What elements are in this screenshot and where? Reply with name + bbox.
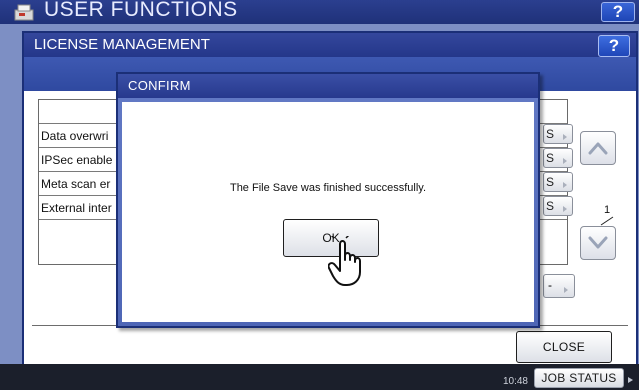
chevron-down-icon — [588, 236, 608, 249]
play-arrow-icon — [563, 158, 567, 164]
play-arrow-icon — [628, 377, 633, 383]
user-functions-icon — [12, 2, 36, 22]
job-status-label: JOB STATUS — [541, 371, 617, 385]
job-status-button[interactable]: JOB STATUS — [534, 368, 633, 388]
row-label: Meta scan er — [41, 177, 111, 191]
confirm-dialog: CONFIRM The File Save was finished succe… — [116, 72, 540, 328]
confirm-message: The File Save was finished successfully. — [229, 182, 427, 194]
clock: 10:48 — [480, 371, 528, 387]
hand-pointer-icon — [327, 232, 368, 293]
scroll-up-button[interactable] — [580, 131, 616, 165]
confirm-body: The File Save was finished successfully.… — [118, 98, 538, 326]
help-button[interactable]: ? — [598, 35, 630, 57]
user-functions-title: USER FUNCTIONS — [44, 0, 238, 21]
close-button[interactable]: CLOSE — [516, 331, 612, 363]
confirm-title: CONFIRM — [128, 78, 191, 93]
license-management-title: LICENSE MANAGEMENT — [34, 36, 210, 53]
row-status-button[interactable]: S — [543, 172, 573, 192]
clock-time: 10:48 — [502, 376, 528, 387]
scroll-down-button[interactable] — [580, 226, 616, 260]
play-arrow-icon — [563, 134, 567, 140]
row-label: External inter — [41, 201, 112, 215]
current-page: 1 — [603, 204, 611, 216]
chevron-up-icon — [588, 142, 608, 155]
row-status-label: S — [546, 151, 555, 165]
license-management-title-bar: LICENSE MANAGEMENT ? — [24, 33, 636, 57]
row-status-label: S — [546, 175, 555, 189]
partial-action-button[interactable]: - — [543, 274, 575, 298]
row-status-button[interactable]: S — [543, 196, 573, 216]
play-arrow-icon — [564, 287, 568, 293]
row-status-button[interactable]: S — [543, 124, 573, 144]
play-arrow-icon — [563, 206, 567, 212]
row-label: Data overwri — [41, 129, 109, 143]
user-functions-title-bar: USER FUNCTIONS ? — [0, 0, 639, 24]
row-label: IPSec enable — [41, 153, 113, 167]
row-status-label: S — [546, 199, 555, 213]
partial-action-label: - — [548, 278, 552, 292]
confirm-title-bar: CONFIRM — [118, 74, 538, 98]
row-status-button[interactable]: S — [543, 148, 573, 168]
outer-help-button[interactable]: ? — [601, 2, 635, 22]
confirm-content: The File Save was finished successfully.… — [122, 102, 534, 322]
row-status-label: S — [546, 127, 555, 141]
play-arrow-icon — [563, 182, 567, 188]
